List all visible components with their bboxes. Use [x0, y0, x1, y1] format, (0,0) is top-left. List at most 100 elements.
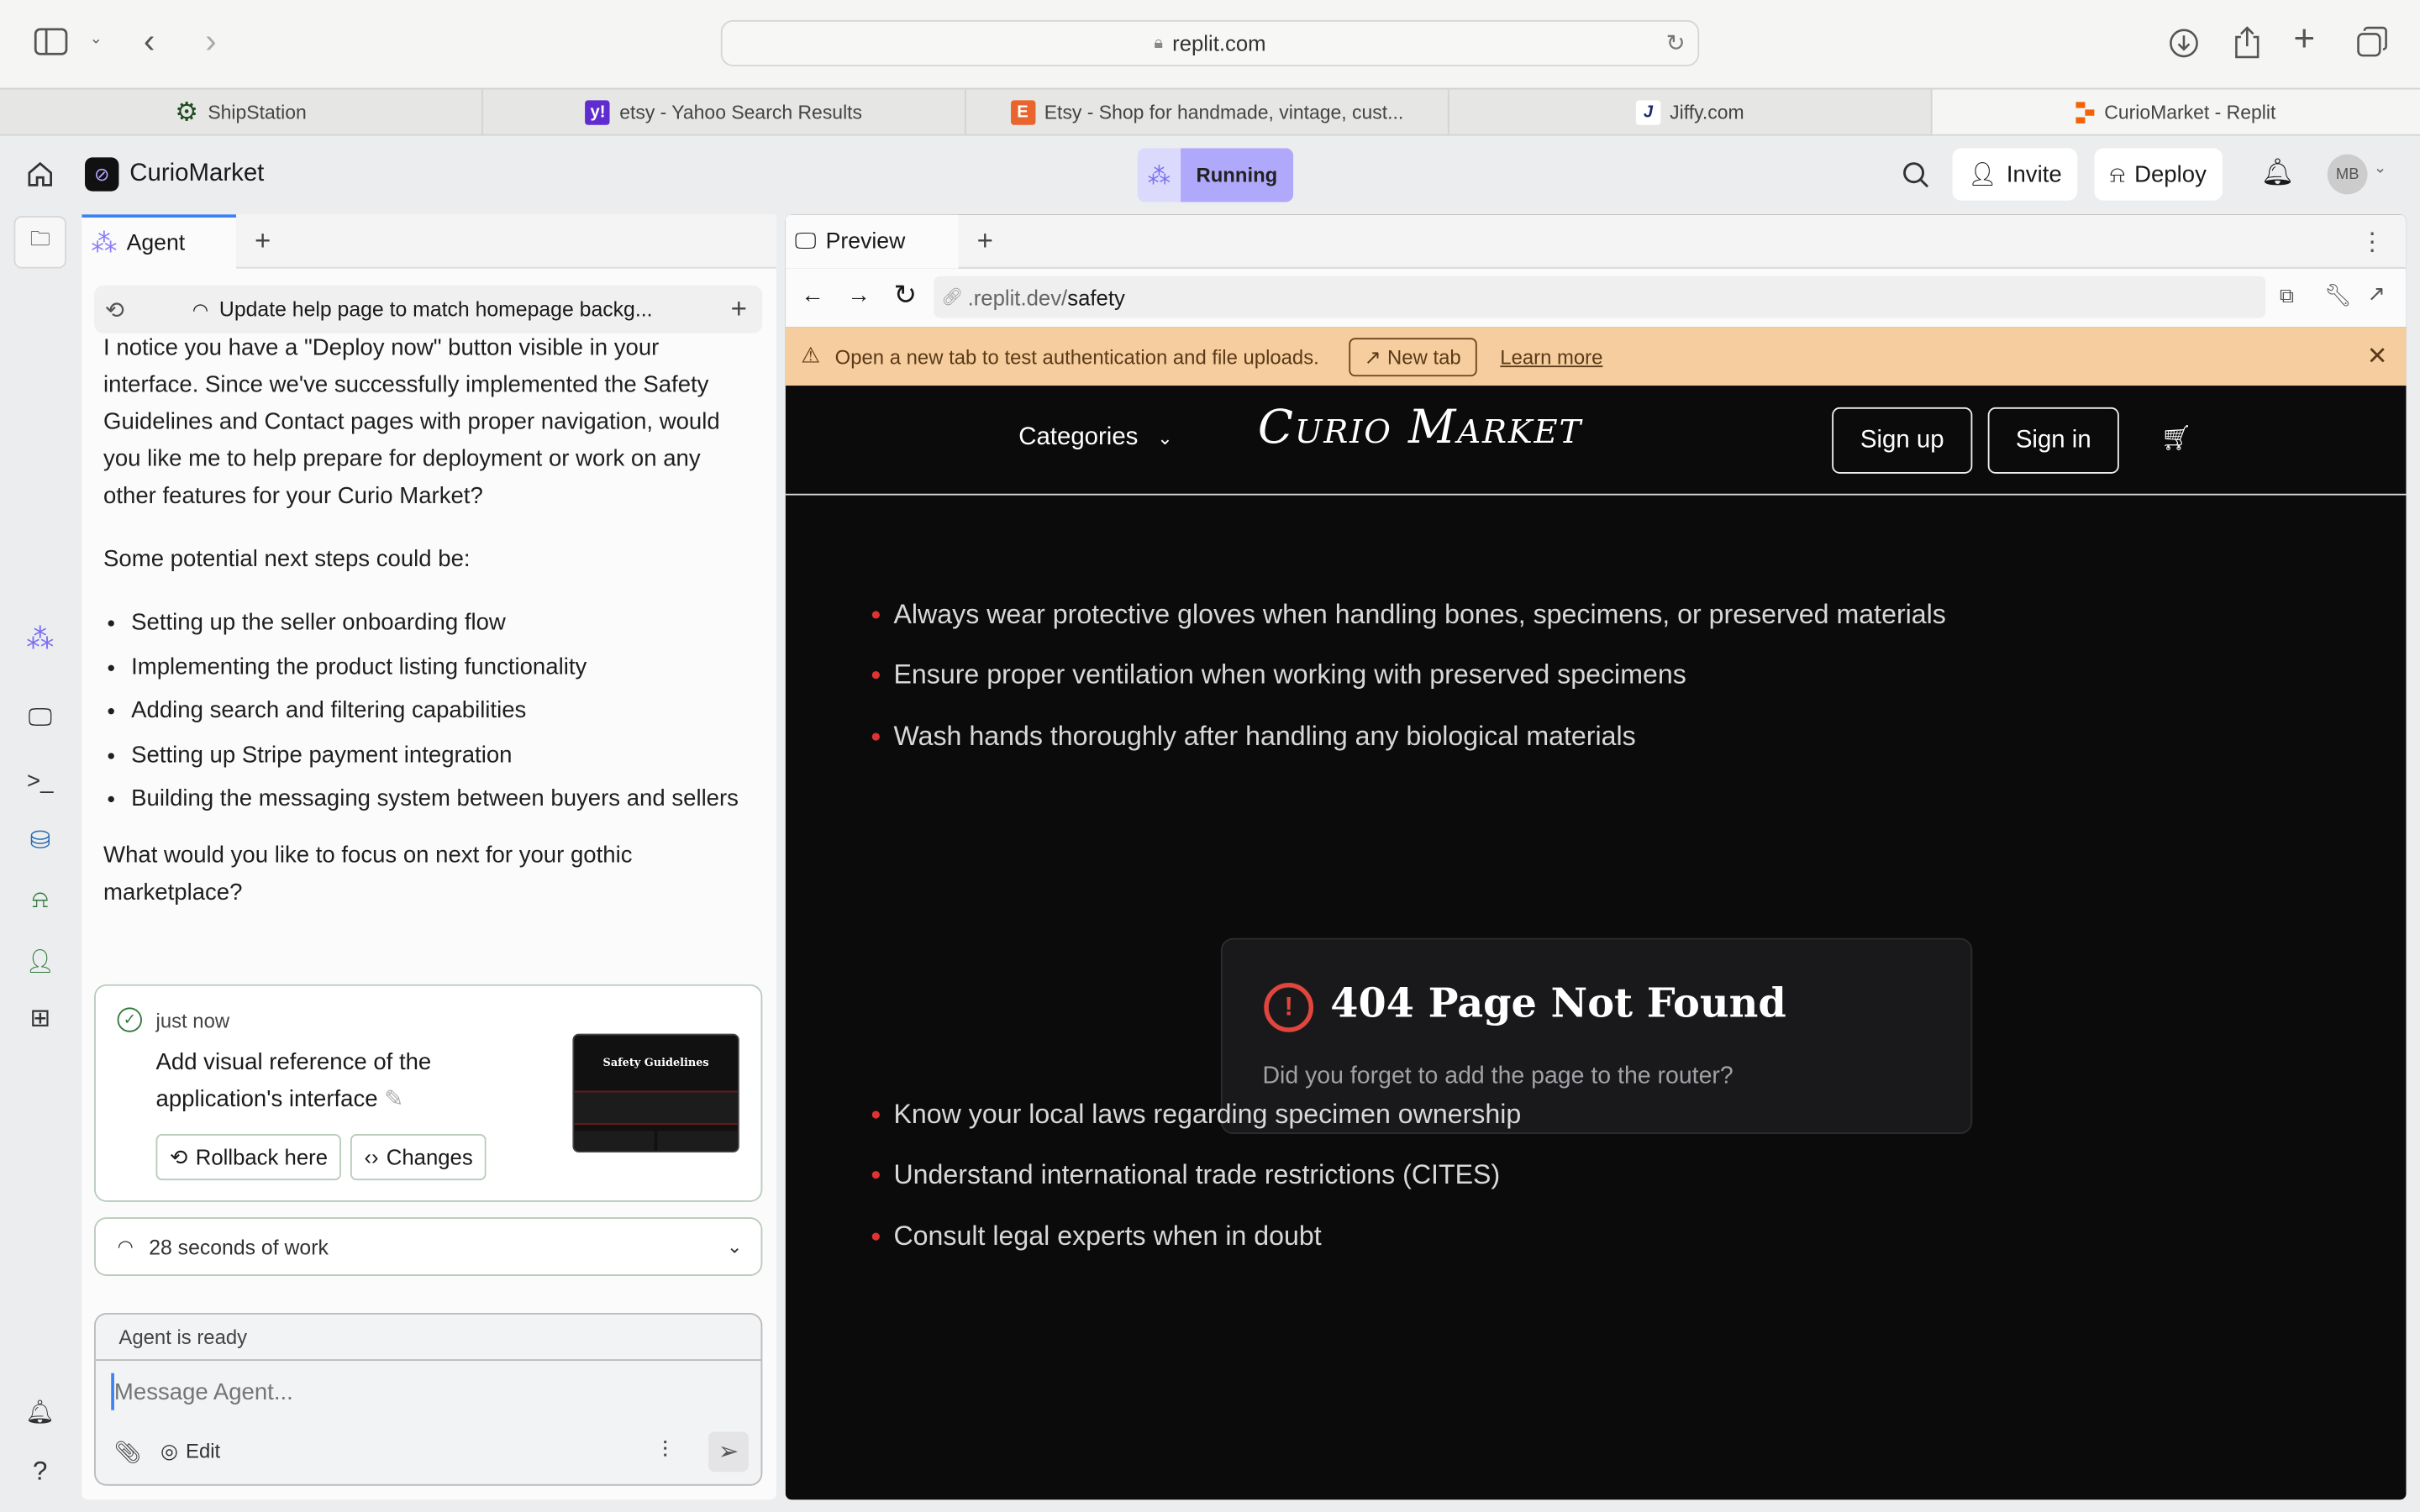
- work-summary[interactable]: ◠ 28 seconds of work ⌄: [94, 1217, 763, 1276]
- back-icon[interactable]: ‹: [144, 22, 155, 62]
- forward-icon[interactable]: ›: [205, 22, 216, 62]
- thread-bar: ⟲ ◠ Update help page to match homepage b…: [94, 285, 763, 333]
- learn-more-link[interactable]: Learn more: [1500, 345, 1602, 369]
- reload-icon[interactable]: ↻: [1666, 29, 1686, 57]
- shell-icon[interactable]: >_: [20, 761, 60, 801]
- attach-icon[interactable]: 📎︎: [114, 1440, 142, 1466]
- preview-panel: 🖵︎ Preview + ⋮ ← → ↻ 🔗︎ .replit.dev/safet…: [785, 214, 2407, 1500]
- new-thread-icon[interactable]: +: [731, 293, 747, 326]
- agent-icon[interactable]: ⁂: [20, 619, 60, 659]
- browser-tab-replit[interactable]: CurioMarket - Replit: [1932, 89, 2420, 134]
- thread-title[interactable]: Update help page to match homepage backg…: [219, 297, 653, 321]
- avatar[interactable]: MB: [2327, 154, 2368, 195]
- list-item: Implementing the product listing functio…: [131, 648, 751, 685]
- address-bar[interactable]: 🔒︎ replit.com ↻: [720, 19, 1700, 66]
- devtools-wrench-icon[interactable]: 🔧︎: [2324, 282, 2352, 308]
- project-icon: ⊘: [85, 157, 119, 192]
- bullet-text: Know your local laws regarding specimen …: [893, 1098, 1522, 1130]
- reload-icon[interactable]: ↻: [893, 279, 917, 312]
- bullet-text: Ensure proper ventilation when working w…: [893, 659, 1686, 690]
- browser-tabs: ⚙ ShipStation y! etsy - Yahoo Search Resul…: [0, 87, 2420, 136]
- devices-icon[interactable]: ⧉: [2280, 284, 2294, 308]
- new-tab-icon[interactable]: +: [255, 214, 271, 266]
- new-tab-label: New tab: [1387, 345, 1461, 369]
- list-item: Consult legal experts when in doubt: [871, 1221, 1322, 1253]
- send-icon[interactable]: ➢: [708, 1431, 749, 1473]
- categories-label: Categories: [1018, 424, 1139, 451]
- chevron-down-icon: ⌄: [1157, 427, 1173, 449]
- back-icon[interactable]: ←: [801, 282, 824, 308]
- help-icon[interactable]: ?: [20, 1452, 60, 1492]
- new-tab-icon[interactable]: +: [977, 225, 993, 258]
- browser-tab-etsy[interactable]: E Etsy - Shop for handmade, vintage, cust…: [966, 89, 1449, 134]
- browser-tab-yahoo[interactable]: y! etsy - Yahoo Search Results: [483, 89, 966, 134]
- all-tools-icon[interactable]: ⊞: [20, 998, 60, 1038]
- list-item: Adding search and filtering capabilities: [131, 693, 751, 730]
- notifications-icon[interactable]: 🔔︎: [20, 1392, 60, 1432]
- browser-tab-jiffy[interactable]: J Jiffy.com: [1449, 89, 1933, 134]
- chevron-down-icon[interactable]: ⌄: [90, 31, 103, 48]
- settings-sliders-icon[interactable]: ⫶: [662, 1438, 668, 1464]
- search-icon[interactable]: [1902, 160, 1929, 188]
- add-user-icon: 👤︎: [1967, 161, 1997, 189]
- auth-icon[interactable]: 👤︎: [20, 941, 60, 981]
- sign-in-button[interactable]: Sign in: [1987, 407, 2119, 474]
- new-tab-button[interactable]: ↗ New tab: [1349, 338, 1477, 377]
- browser-tab-shipstation[interactable]: ⚙ ShipStation: [0, 89, 483, 134]
- deploy-button[interactable]: ⍾ Deploy: [2094, 148, 2223, 201]
- gauge-icon: ◠: [192, 298, 209, 321]
- shipstation-icon: ⚙: [175, 96, 199, 126]
- tab-overview-icon[interactable]: [2357, 26, 2388, 57]
- files-icon[interactable]: 🗀: [13, 216, 66, 269]
- close-icon[interactable]: ✕: [2367, 341, 2388, 372]
- open-external-icon[interactable]: ↗: [2368, 281, 2386, 307]
- share-icon[interactable]: [2233, 24, 2261, 59]
- preview-icon[interactable]: 🖵︎: [20, 699, 60, 739]
- tab-agent[interactable]: ⁂ Agent: [82, 214, 237, 270]
- chevron-down-icon[interactable]: ⌄: [2374, 160, 2386, 177]
- database-icon[interactable]: ⛁: [20, 821, 60, 861]
- list-item: Ensure proper ventilation when working w…: [871, 659, 1686, 691]
- sidebar-toggle-icon[interactable]: [34, 28, 68, 55]
- gauge-icon: ◠: [117, 1236, 134, 1257]
- edit-button[interactable]: ◎ Edit: [160, 1440, 220, 1464]
- url-text: replit.com: [1172, 30, 1266, 56]
- error-message: Did you forget to add the page to the ro…: [1262, 1063, 1733, 1089]
- jiffy-icon: J: [1635, 99, 1661, 124]
- interface-thumbnail[interactable]: Safety Guidelines: [572, 1033, 739, 1153]
- running-status: Running: [1181, 148, 1293, 202]
- edit-pencil-icon[interactable]: ✎: [384, 1086, 403, 1112]
- new-tab-icon[interactable]: +: [2293, 18, 2315, 61]
- bell-icon[interactable]: 🔔︎: [2261, 157, 2295, 188]
- downloads-icon[interactable]: [2169, 28, 2200, 59]
- tab-label: CurioMarket - Replit: [2104, 101, 2276, 123]
- rollback-button[interactable]: ⟲ Rollback here: [155, 1133, 342, 1181]
- external-link-icon: ↗: [1364, 344, 1381, 369]
- preview-nav: ← → ↻ 🔗︎ .replit.dev/safety ⧉ 🔧︎ ↗: [785, 268, 2407, 328]
- site-logo[interactable]: Curio Market: [1258, 402, 1582, 455]
- tab-preview[interactable]: 🖵︎ Preview: [785, 214, 959, 269]
- history-icon[interactable]: ⟲: [105, 296, 124, 323]
- sign-up-button[interactable]: Sign up: [1832, 407, 1973, 474]
- preview-url-bar[interactable]: 🔗︎ .replit.dev/safety: [934, 276, 2266, 318]
- project-name[interactable]: CurioMarket: [129, 160, 264, 188]
- invite-button[interactable]: 👤︎ Invite: [1952, 148, 2078, 201]
- list-item: Know your local laws regarding specimen …: [871, 1098, 1522, 1131]
- run-button[interactable]: ⁂ Running: [1137, 148, 1293, 202]
- history-icon: ⟲: [170, 1143, 188, 1169]
- categories-menu[interactable]: Categories ⌄: [1018, 424, 1172, 452]
- tab-label: etsy - Yahoo Search Results: [619, 101, 863, 123]
- forward-icon[interactable]: →: [847, 282, 871, 308]
- agent-tabs: ⁂ Agent +: [82, 214, 776, 270]
- preview-tabs: 🖵︎ Preview + ⋮: [785, 214, 2407, 269]
- changes-button[interactable]: ‹› Changes: [350, 1133, 487, 1181]
- home-icon[interactable]: [26, 160, 54, 188]
- deployments-icon[interactable]: ⍾: [20, 881, 60, 921]
- message-input[interactable]: [111, 1373, 729, 1410]
- tab-label: Etsy - Shop for handmade, vintage, cust.…: [1044, 101, 1404, 123]
- checkpoint-title: Add visual reference of the application'…: [156, 1044, 465, 1118]
- more-options-icon[interactable]: ⋮: [2360, 227, 2384, 258]
- cart-icon[interactable]: 🛒︎: [2160, 423, 2191, 454]
- error-title: 404 Page Not Found: [1330, 981, 1786, 1028]
- chevron-down-icon[interactable]: ⌄: [727, 1236, 742, 1257]
